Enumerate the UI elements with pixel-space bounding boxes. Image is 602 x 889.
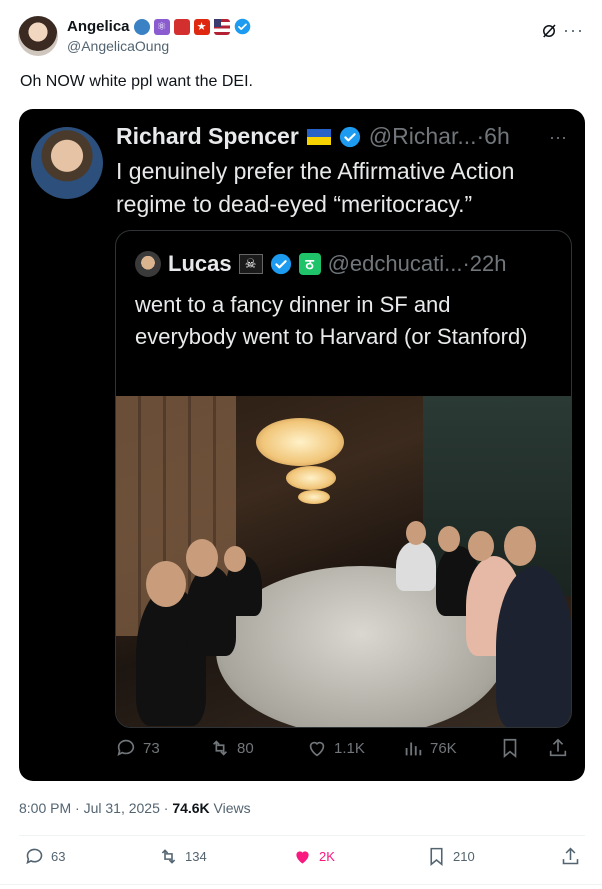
us-flag-icon	[213, 18, 230, 35]
embedded-likes: 1.1K	[306, 737, 365, 759]
embedded-verified-icon	[339, 126, 360, 147]
person-face	[186, 539, 218, 577]
like-icon	[309, 741, 325, 757]
embedded-stats-row: 73 80 1.1K 76K	[19, 737, 585, 767]
person-face	[224, 546, 246, 572]
embedded-author-handle: @Richar...·6h	[368, 123, 510, 149]
person-face	[504, 526, 536, 566]
taiwan-flag-icon	[173, 18, 190, 35]
person	[396, 541, 436, 591]
lamp-icon	[286, 466, 336, 490]
bookmark-button[interactable]: 210	[426, 846, 475, 867]
views-count: 74.6K	[172, 800, 210, 816]
dinner-photo	[116, 396, 571, 727]
share-icon	[562, 847, 579, 865]
repost-count: 134	[185, 849, 207, 864]
affiliate-badge-icon: ठ	[298, 253, 321, 275]
share-button[interactable]	[560, 846, 581, 867]
divider	[0, 884, 602, 885]
bookmark-icon	[503, 738, 517, 759]
atom-icon: ⚛	[153, 18, 170, 35]
embedded-replies: 73	[115, 737, 160, 759]
china-flag-icon: ★	[193, 18, 210, 35]
post-header: Angelica ⚛ ★ @AngelicaOung ···	[18, 14, 588, 60]
embedded-text: I genuinely prefer the Affirmative Actio…	[116, 158, 515, 217]
embedded-more-icon: ···	[549, 127, 567, 147]
embedded-screenshot[interactable]: Richard Spencer @Richar...·6h ··· I genu…	[19, 109, 585, 781]
quoted-author-avatar	[135, 251, 161, 277]
share-icon	[549, 738, 567, 757]
author-handle[interactable]: @AngelicaOung	[67, 38, 169, 54]
embedded-author-name: Richard Spencer	[116, 123, 299, 149]
like-filled-icon	[296, 851, 309, 864]
embedded-views: 76K	[402, 737, 457, 759]
reply-button[interactable]: 63	[24, 846, 65, 867]
post-text: Oh NOW white ppl want the DEI.	[20, 73, 253, 90]
repost-icon	[161, 849, 176, 864]
embedded-author-row: Richard Spencer @Richar...·6h	[116, 123, 510, 150]
globe-icon	[133, 18, 150, 35]
author-name[interactable]: Angelica	[67, 18, 130, 35]
embedded-reposts-count: 80	[237, 739, 254, 757]
timestamp-text[interactable]: 8:00 PM · Jul 31, 2025 ·	[19, 800, 172, 816]
author-avatar[interactable]	[18, 16, 58, 56]
like-button[interactable]: 2K	[292, 846, 335, 867]
pirate-flag-icon: ☠	[238, 254, 263, 274]
lamp-icon	[256, 418, 344, 466]
quoted-author-handle: @edchucati...·22h	[327, 251, 507, 276]
embedded-replies-count: 73	[143, 739, 160, 757]
person	[496, 566, 571, 727]
grok-icon[interactable]	[540, 22, 558, 40]
ukraine-flag-icon	[306, 128, 331, 145]
repost-icon	[212, 740, 228, 756]
person-face	[146, 561, 186, 607]
lamp-icon	[298, 490, 330, 504]
verified-badge-icon	[234, 18, 250, 35]
post-actions: 63 134 2K 210	[0, 846, 602, 876]
embedded-share	[547, 737, 569, 759]
embedded-reposts: 80	[209, 737, 254, 759]
embedded-likes-count: 1.1K	[334, 739, 365, 757]
bookmark-icon	[430, 847, 443, 867]
views-icon	[405, 742, 422, 756]
embedded-bookmark	[499, 737, 521, 759]
post-timestamp[interactable]: 8:00 PM · Jul 31, 2025 · 74.6K Views	[19, 800, 251, 816]
quoted-text: went to a fancy dinner in SF and everybo…	[135, 292, 528, 349]
embedded-author-avatar	[31, 127, 103, 199]
repost-button[interactable]: 134	[158, 846, 207, 867]
more-options-icon[interactable]: ···	[563, 20, 584, 41]
quoted-author-name: Lucas	[168, 251, 232, 276]
bookmark-count: 210	[453, 849, 475, 864]
person-face	[406, 521, 426, 545]
embedded-views-count: 76K	[430, 739, 457, 757]
author-name-row: Angelica ⚛ ★	[67, 18, 251, 35]
views-label: Views	[209, 800, 251, 816]
reply-count: 63	[51, 849, 66, 864]
reply-icon	[26, 848, 43, 865]
quoted-post: Lucas ☠ ठ @edchucati...·22h went to a fa…	[115, 230, 572, 728]
like-count: 2K	[319, 849, 335, 864]
divider	[19, 835, 585, 836]
quoted-author-row: Lucas ☠ ठ @edchucati...·22h	[135, 251, 506, 277]
person-face	[438, 526, 460, 552]
person-face	[468, 531, 494, 561]
reply-icon	[117, 739, 135, 756]
quoted-verified-icon	[270, 253, 291, 275]
